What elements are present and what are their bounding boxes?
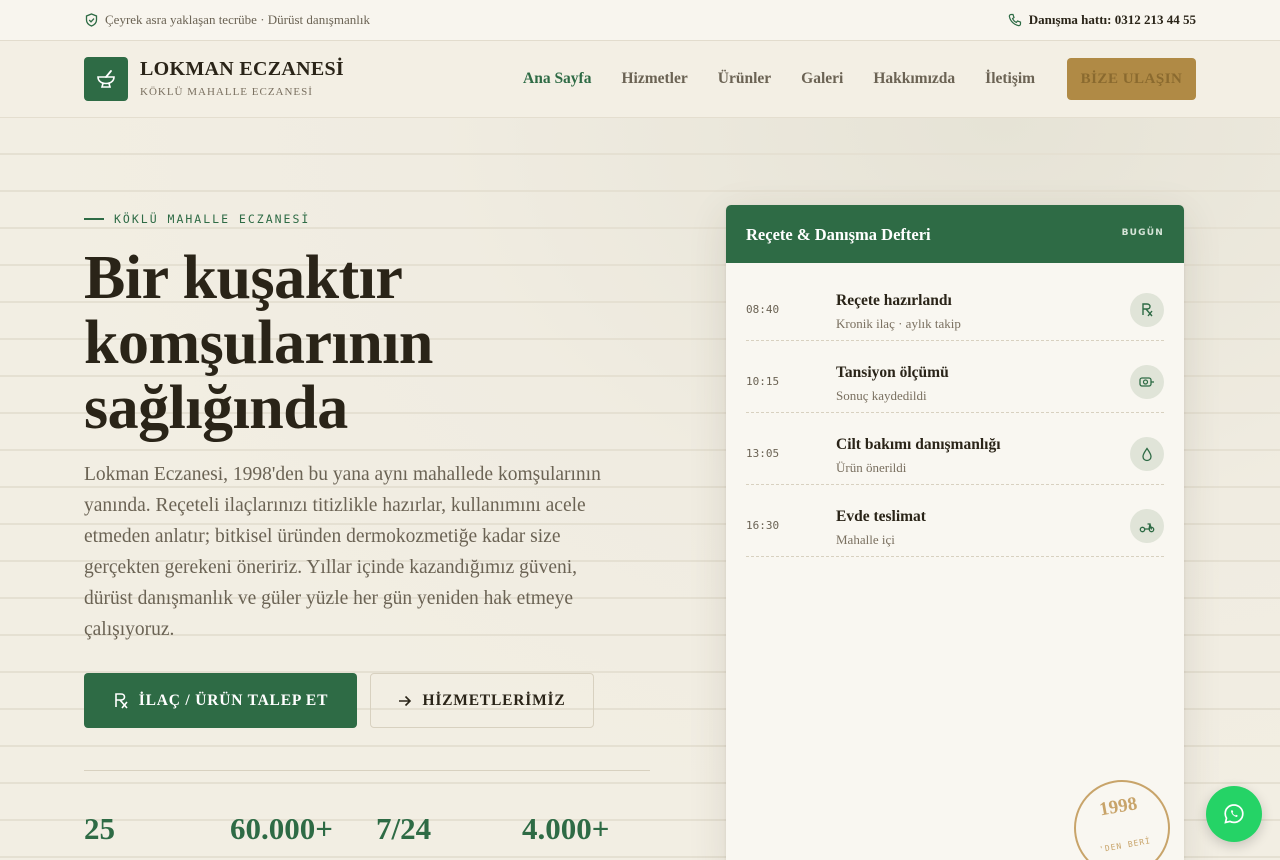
entry-subtitle: Kronik ilaç · aylık takip <box>836 316 961 331</box>
rx-icon <box>113 692 129 710</box>
stat-value-4: 4.000+ <box>522 811 610 846</box>
today-badge: BUGÜN <box>1121 228 1164 238</box>
mortar-pestle-icon <box>95 68 117 90</box>
request-product-label: İLAÇ / ÜRÜN TALEP ET <box>138 691 329 709</box>
entry-title: Cilt bakımı danışmanlığı <box>836 436 1001 453</box>
brand-subtitle: KÖKLÜ MAHALLE ECZANESİ <box>140 86 313 98</box>
entry-subtitle: Sonuç kaydedildi <box>836 388 927 403</box>
whatsapp-icon <box>1222 802 1246 826</box>
nav-item-urunler[interactable]: Ürünler <box>718 70 771 88</box>
blood-pressure-icon <box>1130 365 1164 399</box>
hotline[interactable]: Danışma hattı: 0312 213 44 55 <box>1008 12 1196 28</box>
main-nav: Ana Sayfa Hizmetler Ürünler Galeri Hakkı… <box>523 70 1065 88</box>
arrow-right-icon <box>398 695 412 707</box>
stat-value-3: 7/24 <box>376 811 432 846</box>
top-bar: Çeyrek asra yaklaşan tecrübe · Dürüst da… <box>0 0 1280 41</box>
stats-divider <box>84 770 650 771</box>
stat-value-2: 60.000+ <box>230 811 333 846</box>
phone-icon <box>1008 13 1022 27</box>
brand-name[interactable]: LOKMAN ECZANESİ <box>140 58 344 81</box>
log-entry[interactable]: 10:15 Tansiyon ölçümü Sonuç kaydedildi <box>746 341 1164 413</box>
services-label: HİZMETLERİMİZ <box>422 691 566 709</box>
whatsapp-button[interactable] <box>1206 786 1262 842</box>
entry-subtitle: Mahalle içi <box>836 532 895 547</box>
headline-line-3: sağlığında <box>84 374 348 442</box>
entry-title: Tansiyon ölçümü <box>836 364 949 381</box>
hero-headline: Bir kuşaktır komşularının sağlığında <box>84 246 644 441</box>
header: LOKMAN ECZANESİ KÖKLÜ MAHALLE ECZANESİ A… <box>0 41 1280 118</box>
headline-line-1: Bir kuşaktır <box>84 244 403 312</box>
log-entry[interactable]: 13:05 Cilt bakımı danışmanlığı Ürün öner… <box>746 413 1164 485</box>
entry-time: 08:40 <box>746 303 780 316</box>
nav-item-iletisim[interactable]: İletişim <box>985 70 1035 88</box>
entry-time: 16:30 <box>746 519 780 532</box>
card-header: Reçete & Danışma Defteri BUGÜN <box>726 205 1184 263</box>
hero-lead: Lokman Eczanesi, 1998'den bu yana aynı m… <box>84 464 601 640</box>
rx-icon <box>1130 293 1164 327</box>
card-title: Reçete & Danışma Defteri <box>746 225 931 244</box>
droplet-icon <box>1130 437 1164 471</box>
request-product-button[interactable]: İLAÇ / ÜRÜN TALEP ET <box>84 673 357 728</box>
stamp-since: 'DEN BERİ <box>1098 836 1152 855</box>
entry-title: Reçete hazırlandı <box>836 292 952 309</box>
tagline: Çeyrek asra yaklaşan tecrübe · Dürüst da… <box>85 12 370 28</box>
log-entry[interactable]: 16:30 Evde teslimat Mahalle içi <box>746 485 1164 557</box>
nav-item-hakkimizda[interactable]: Hakkımızda <box>873 70 955 88</box>
eyebrow-rule <box>84 218 104 220</box>
contact-us-button[interactable]: BİZE ULAŞIN <box>1067 58 1196 100</box>
entry-time: 13:05 <box>746 447 780 460</box>
logo[interactable] <box>84 57 128 101</box>
services-button[interactable]: HİZMETLERİMİZ <box>370 673 594 728</box>
hotline-text: Danışma hattı: 0312 213 44 55 <box>1028 12 1196 27</box>
scooter-icon <box>1130 509 1164 543</box>
shield-check-icon <box>85 13 98 27</box>
entry-title: Evde teslimat <box>836 508 926 525</box>
stat-value-1: 25 <box>84 811 115 846</box>
log-entry[interactable]: 08:40 Reçete hazırlandı Kronik ilaç · ay… <box>746 269 1164 341</box>
hero-eyebrow: KÖKLÜ MAHALLE ECZANESİ <box>84 212 310 226</box>
tagline-text: Çeyrek asra yaklaşan tecrübe · Dürüst da… <box>105 12 370 27</box>
nav-item-hizmetler[interactable]: Hizmetler <box>621 70 687 88</box>
entry-subtitle: Ürün önerildi <box>836 460 907 475</box>
nav-item-galeri[interactable]: Galeri <box>801 70 843 88</box>
prescription-log-card: Reçete & Danışma Defteri BUGÜN 08:40 Reç… <box>726 205 1184 860</box>
nav-item-ana-sayfa[interactable]: Ana Sayfa <box>523 70 591 88</box>
eyebrow-text: KÖKLÜ MAHALLE ECZANESİ <box>114 212 311 226</box>
entry-time: 10:15 <box>746 375 780 388</box>
headline-line-2: komşularının <box>84 309 433 377</box>
